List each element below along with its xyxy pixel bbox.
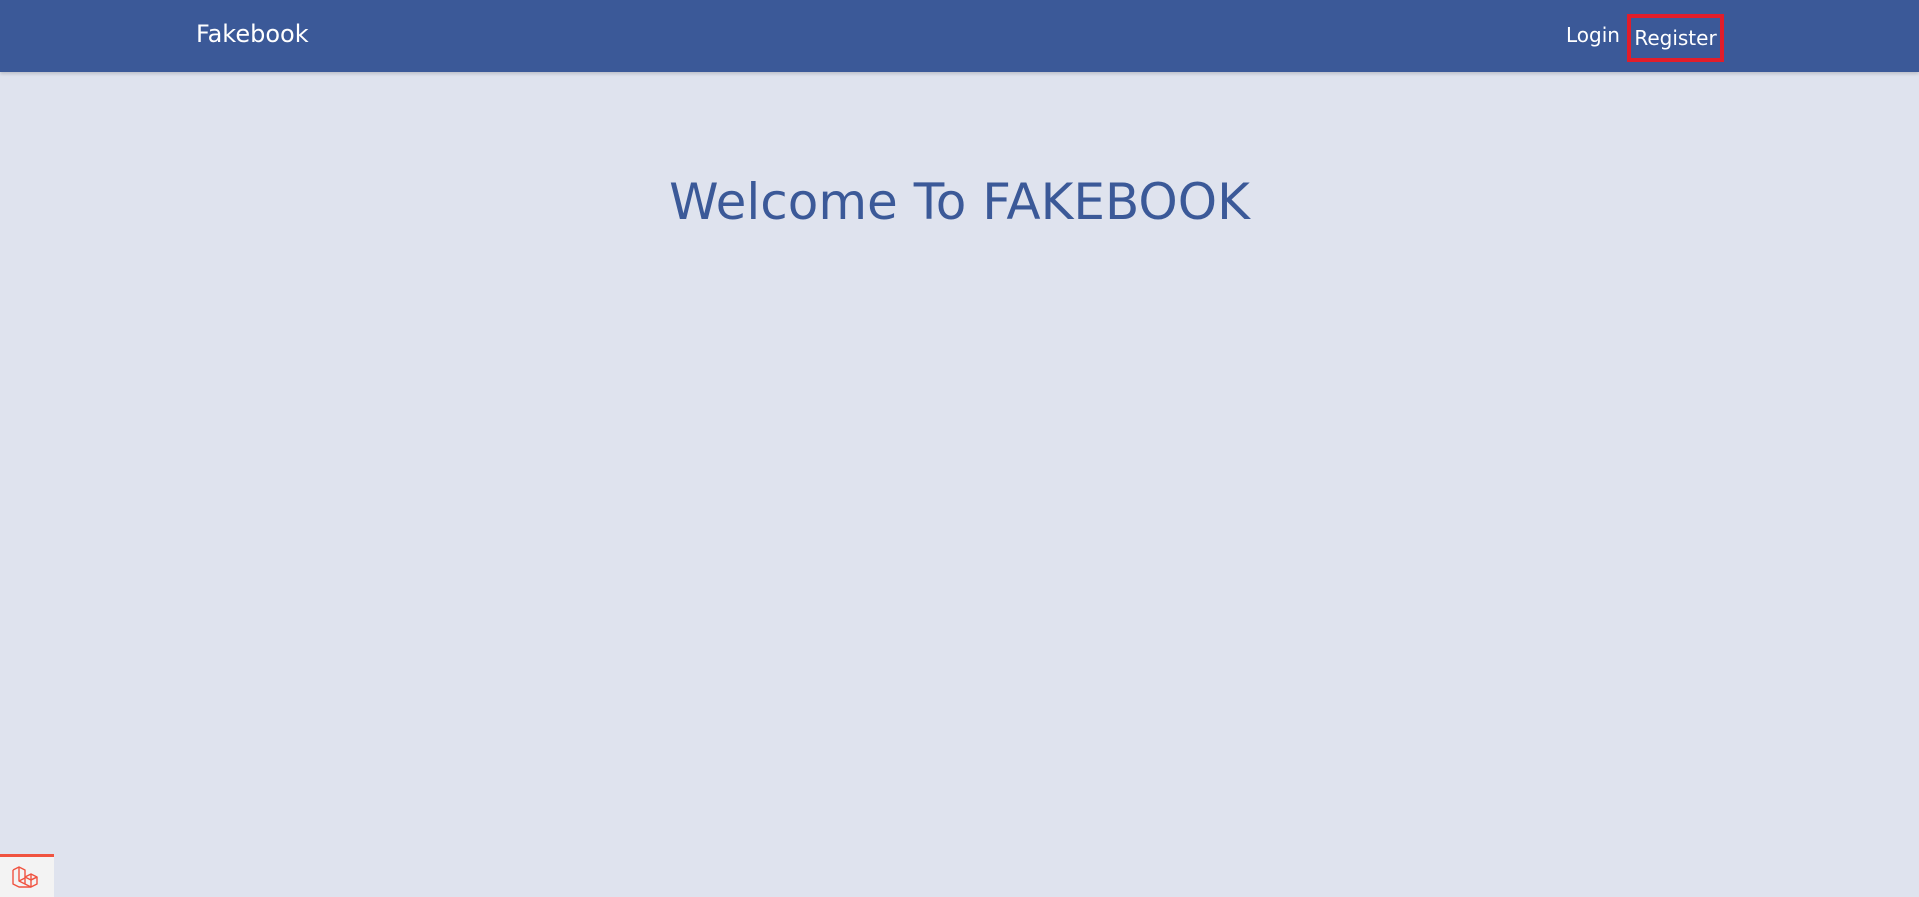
welcome-heading: Welcome To FAKEBOOK [669,173,1250,231]
top-navbar: Fakebook Login Register [0,0,1919,72]
login-link[interactable]: Login [1566,21,1620,49]
register-link[interactable]: Register [1627,14,1724,62]
debugbar-toggle[interactable] [0,854,54,897]
laravel-logo-icon [12,866,38,888]
brand-link[interactable]: Fakebook [196,18,309,50]
register-label: Register [1634,26,1717,50]
